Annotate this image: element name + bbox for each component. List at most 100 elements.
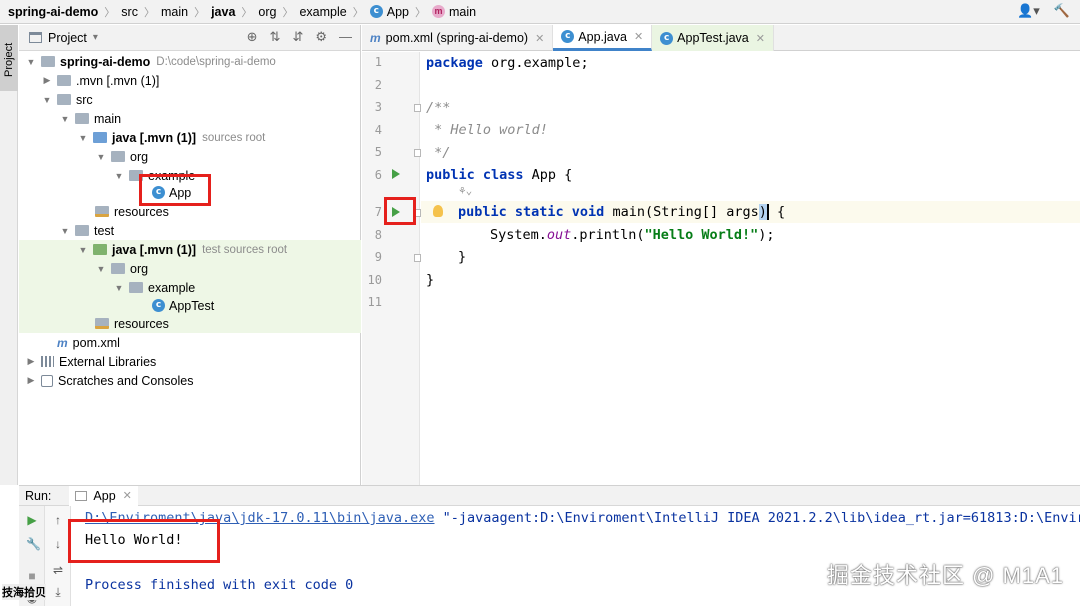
breadcrumb-separator: 〉 — [194, 6, 206, 19]
stop-icon[interactable]: ■ — [26, 570, 38, 582]
code-line-10: } — [426, 272, 435, 288]
method-icon: m — [431, 5, 445, 18]
breadcrumb-main[interactable]: main — [161, 5, 188, 19]
code-token: ( — [644, 204, 654, 220]
close-icon[interactable]: ✕ — [123, 489, 132, 502]
tree-item-label: src — [76, 92, 93, 107]
breadcrumb-org[interactable]: org — [258, 5, 276, 19]
close-icon[interactable]: ✕ — [634, 30, 643, 43]
project-view-selector[interactable]: Project — [48, 31, 87, 45]
tree-item-label: spring-ai-demo — [60, 54, 151, 69]
breadcrumb-example[interactable]: example — [299, 5, 346, 19]
tree-item-scratches[interactable]: ▶ Scratches and Consoles — [19, 371, 361, 390]
project-panel: Project ▾ ⊕ ⇅ ⇵ ⚙ — ▼ spring-ai-demo D:\… — [19, 25, 361, 485]
chevron-down-icon[interactable]: ▼ — [25, 57, 37, 67]
chevron-right-icon[interactable]: ▶ — [25, 375, 37, 386]
tab-apptest-java[interactable]: c AppTest.java ✕ — [652, 25, 774, 51]
run-panel-header: Run: App ✕ — [19, 485, 1080, 506]
collapse-all-icon[interactable]: ⇵ — [292, 29, 303, 45]
editor-tab-bar: m pom.xml (spring-ai-demo) ✕ c App.java … — [362, 25, 1080, 51]
line-number: 7 — [374, 205, 382, 219]
folder-icon — [75, 113, 89, 124]
tab-label: App.java — [578, 29, 627, 44]
chevron-down-icon[interactable]: ▼ — [59, 114, 71, 124]
tree-item-pom[interactable]: m pom.xml — [19, 333, 361, 352]
chevron-down-icon[interactable]: ▼ — [95, 264, 107, 274]
wrench-icon[interactable]: 🔧 — [26, 538, 41, 550]
chevron-down-icon[interactable]: ▼ — [59, 226, 71, 236]
code-token: ) — [758, 204, 769, 220]
breadcrumb-project[interactable]: spring-ai-demo — [8, 5, 98, 19]
chevron-down-icon[interactable]: ▼ — [113, 171, 125, 181]
fold-icon[interactable] — [414, 104, 421, 112]
tree-item-test[interactable]: ▼ test — [19, 221, 361, 240]
tree-item-org-test[interactable]: ▼ org — [19, 259, 361, 278]
soft-wrap-icon[interactable]: ⇌ — [52, 564, 64, 576]
rerun-icon[interactable]: ▶ — [26, 514, 38, 526]
tree-item-label: resources — [114, 204, 169, 219]
gear-icon[interactable]: ⚙ — [315, 29, 327, 45]
tree-item-java-main[interactable]: ▼ java [.mvn (1)] sources root — [19, 128, 361, 147]
code-token: org.example; — [482, 55, 589, 71]
arrow-down-icon[interactable]: ↓ — [52, 538, 64, 550]
line-number: 8 — [374, 228, 382, 242]
chevron-right-icon[interactable]: ▶ — [25, 356, 37, 367]
maven-icon: m — [370, 31, 381, 45]
close-icon[interactable]: ✕ — [535, 32, 544, 45]
tree-item-resources-test[interactable]: resources — [19, 314, 361, 333]
console-output[interactable]: D:\Enviroment\java\jdk-17.0.11\bin\java.… — [72, 506, 1080, 606]
lightbulb-icon[interactable] — [433, 205, 443, 217]
code-token: public static void — [458, 204, 605, 220]
navigation-bar: spring-ai-demo 〉 src 〉 main 〉 java 〉 org… — [0, 0, 1080, 24]
tree-item-main[interactable]: ▼ main — [19, 109, 361, 128]
tree-item-external-libraries[interactable]: ▶ External Libraries — [19, 352, 361, 371]
tree-item-java-test[interactable]: ▼ java [.mvn (1)] test sources root — [19, 240, 361, 259]
code-token: System. — [490, 227, 547, 243]
library-icon — [41, 356, 54, 367]
code-editor[interactable]: package org.example; /** * Hello world! … — [421, 52, 1080, 485]
chevron-down-icon[interactable]: ▼ — [41, 95, 53, 105]
code-line-7: public static void main(String[] args) { — [421, 201, 1080, 223]
hide-icon[interactable]: — — [339, 29, 352, 45]
chevron-down-icon[interactable]: ▾ — [93, 32, 98, 43]
tree-item-src[interactable]: ▼ src — [19, 90, 361, 109]
locate-icon[interactable]: ⊕ — [247, 29, 258, 45]
breadcrumb-java[interactable]: java — [211, 5, 235, 19]
code-line-5: */ — [426, 145, 451, 161]
user-icon[interactable]: 👤▾ — [1017, 3, 1040, 19]
breadcrumb-separator: 〉 — [143, 6, 155, 19]
chevron-right-icon[interactable]: ▶ — [41, 75, 53, 86]
chevron-down-icon[interactable]: ▼ — [77, 133, 89, 143]
corner-watermark: 技海拾贝 — [2, 584, 46, 600]
breadcrumb-method[interactable]: m main — [431, 5, 476, 19]
breadcrumb-app[interactable]: c App — [369, 5, 409, 19]
project-tool-button[interactable]: Project — [0, 25, 18, 91]
expand-all-icon[interactable]: ⇅ — [270, 29, 281, 45]
breadcrumb-src[interactable]: src — [121, 5, 138, 19]
tree-item-root[interactable]: ▼ spring-ai-demo D:\code\spring-ai-demo — [19, 52, 361, 71]
tree-item-mvn[interactable]: ▶ .mvn [.mvn (1)] — [19, 71, 361, 90]
tree-item-apptest[interactable]: c AppTest — [19, 296, 361, 315]
code-line-6: public class App { — [421, 164, 1080, 186]
chevron-down-icon[interactable]: ▼ — [113, 283, 125, 293]
run-tab-app[interactable]: App ✕ — [69, 485, 138, 506]
fold-icon[interactable] — [414, 149, 421, 157]
run-class-icon[interactable] — [392, 169, 400, 179]
scratches-icon — [41, 374, 53, 387]
console-process-line: Process finished with exit code 0 — [85, 577, 354, 593]
scroll-to-end-icon[interactable]: ⤓ — [52, 586, 64, 598]
inlay-hint-icon[interactable]: ⚘⌄ — [459, 184, 472, 197]
tab-pom-xml[interactable]: m pom.xml (spring-ai-demo) ✕ — [362, 25, 554, 51]
tree-item-org-main[interactable]: ▼ org — [19, 147, 361, 166]
hammer-icon[interactable]: 🔨 — [1054, 3, 1070, 19]
tree-item-label: java [.mvn (1)] — [112, 242, 197, 257]
close-icon[interactable]: ✕ — [756, 32, 765, 45]
fold-icon[interactable] — [414, 254, 421, 262]
chevron-down-icon[interactable]: ▼ — [77, 245, 89, 255]
highlight-run-gutter — [384, 197, 416, 225]
tree-item-example-test[interactable]: ▼ example — [19, 278, 361, 297]
chevron-down-icon[interactable]: ▼ — [95, 152, 107, 162]
tab-app-java[interactable]: c App.java ✕ — [553, 25, 653, 51]
breadcrumb-separator: 〉 — [414, 6, 426, 19]
arrow-up-icon[interactable]: ↑ — [52, 514, 64, 526]
